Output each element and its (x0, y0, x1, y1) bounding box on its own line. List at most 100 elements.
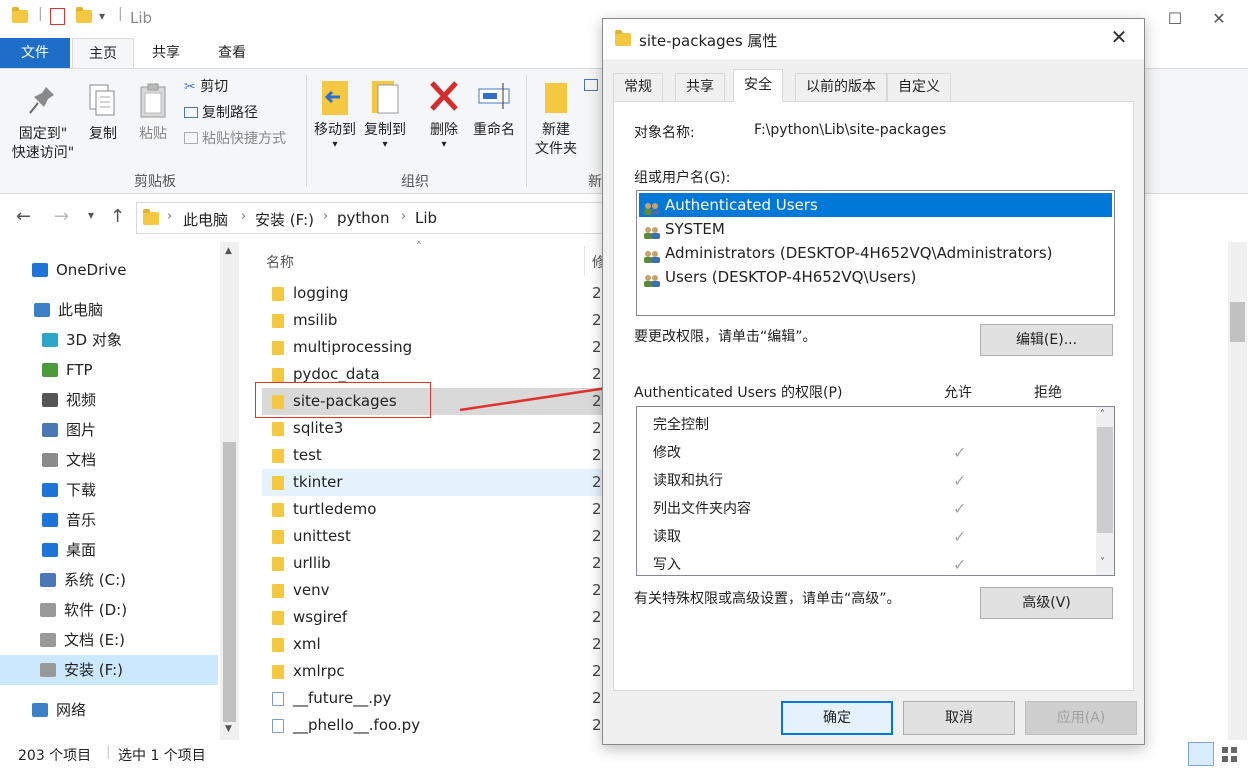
tab-sharing[interactable]: 共享 (675, 73, 725, 101)
breadcrumb-separator-icon[interactable]: › (241, 209, 246, 224)
close-window-button[interactable]: ✕ (1196, 0, 1242, 38)
user-list-item[interactable]: Users (DESKTOP-4H652VQ\Users) (639, 265, 1112, 289)
apply-button[interactable]: 应用(A) (1025, 701, 1137, 735)
sidebar-item[interactable]: 桌面 (0, 535, 218, 565)
sidebar-item-label: FTP (66, 361, 93, 379)
file-row[interactable]: xml 2 (262, 631, 602, 658)
user-list-item[interactable]: SYSTEM (639, 217, 1112, 241)
tab-security[interactable]: 安全 (733, 69, 783, 102)
scroll-down-icon[interactable]: ▼ (225, 724, 232, 734)
file-row[interactable]: multiprocessing 2 (262, 334, 602, 361)
file-list-scrollbar[interactable] (1228, 242, 1247, 740)
sidebar-item[interactable]: 软件 (D:) (0, 595, 218, 625)
file-row[interactable]: logging 2 (262, 280, 602, 307)
permissions-scrollbar[interactable]: ˄ ˅ (1096, 407, 1114, 575)
tab-file[interactable]: 文件 (0, 38, 70, 68)
pin-quick-access-button[interactable]: 固定到" 快速访问" (6, 81, 80, 163)
new-item-icon[interactable] (584, 77, 598, 97)
paste-shortcut-button[interactable]: 粘贴快捷方式 (184, 129, 286, 149)
tab-general[interactable]: 常规 (613, 73, 663, 101)
edit-button[interactable]: 编辑(E)... (980, 324, 1113, 356)
user-list-item[interactable]: Administrators (DESKTOP-4H652VQ\Administ… (639, 241, 1112, 265)
sidebar-item[interactable]: 文档 (0, 445, 218, 475)
file-row[interactable]: unittest 2 (262, 523, 602, 550)
sidebar-item[interactable]: 音乐 (0, 505, 218, 535)
file-row[interactable]: urllib 2 (262, 550, 602, 577)
file-row[interactable]: __phello__.foo.py 2 (262, 712, 602, 739)
file-row[interactable]: tkinter 2 (262, 469, 602, 496)
up-arrow-icon[interactable]: ↑ (110, 206, 125, 227)
tab-share[interactable]: 共享 (136, 38, 196, 68)
forward-arrow-icon[interactable]: → (54, 206, 69, 227)
breadcrumb-lib[interactable]: Lib (415, 209, 437, 227)
breadcrumb-separator-icon[interactable]: › (167, 209, 172, 224)
file-row[interactable]: test 2 (262, 442, 602, 469)
delete-x-icon (427, 77, 461, 117)
tab-previous-versions[interactable]: 以前的版本 (795, 73, 887, 101)
file-row[interactable]: wsgiref 2 (262, 604, 602, 631)
sidebar-item[interactable]: 系统 (C:) (0, 565, 218, 595)
user-list[interactable]: Authenticated Users SYSTEM Administrators … (636, 190, 1115, 316)
new-folder-quick-icon[interactable] (76, 7, 92, 23)
cut-button[interactable]: ✂ 剪切 (184, 77, 228, 97)
delete-button[interactable]: 删除 ▾ (424, 77, 464, 150)
rename-button[interactable]: 重命名 (470, 77, 518, 140)
sidebar-item[interactable]: FTP (0, 355, 218, 385)
scroll-down-icon[interactable]: ˅ (1100, 557, 1105, 568)
details-view-icon[interactable] (1188, 742, 1214, 766)
copy-to-dropdown-icon: ▾ (382, 139, 388, 150)
allow-check-icon: ✓ (953, 555, 967, 574)
large-icons-view-icon[interactable] (1220, 744, 1240, 764)
navigation-pane-scrollbar[interactable]: ▲ ▼ (220, 242, 239, 740)
breadcrumb-separator-icon[interactable]: › (323, 209, 328, 224)
new-folder-label-line2: 文件夹 (535, 141, 577, 157)
breadcrumb-python[interactable]: python (337, 209, 389, 227)
advanced-button[interactable]: 高级(V) (980, 587, 1113, 619)
recent-locations-chevron-icon[interactable]: ▾ (88, 208, 94, 222)
scrollbar-thumb[interactable] (1230, 302, 1245, 342)
paste-button[interactable]: 粘贴 (132, 81, 174, 144)
breadcrumb-separator-icon[interactable]: › (401, 209, 406, 224)
breadcrumb-this-pc[interactable]: 此电脑 (183, 209, 228, 230)
sidebar-item[interactable]: 下载 (0, 475, 218, 505)
copy-path-button[interactable]: 复制路径 (184, 103, 258, 123)
sidebar-item[interactable]: 视频 (0, 385, 218, 415)
file-row[interactable]: msilib 2 (262, 307, 602, 334)
quick-access-dropdown-icon[interactable]: ▾ (99, 9, 105, 23)
sidebar-item[interactable]: 此电脑 (0, 295, 218, 325)
tab-customize[interactable]: 自定义 (887, 73, 951, 101)
permissions-list[interactable]: ˄ ˅ 完全控制 修改 ✓ 读取和执行 ✓ 列出文件夹内容 ✓ 读取 ✓ 写入 ✓ (636, 406, 1115, 576)
file-date-partial: 2 (592, 716, 602, 734)
maximize-button[interactable]: ☐ (1152, 0, 1198, 38)
sidebar-item[interactable]: OneDrive (0, 255, 218, 285)
scrollbar-thumb[interactable] (1097, 427, 1113, 533)
new-folder-button[interactable]: 新建 文件夹 (530, 77, 582, 159)
file-row[interactable]: venv 2 (262, 577, 602, 604)
sidebar-item[interactable]: 图片 (0, 415, 218, 445)
sidebar-item[interactable]: 文档 (E:) (0, 625, 218, 655)
user-list-item[interactable]: Authenticated Users (639, 193, 1112, 217)
sidebar-item[interactable]: 网络 (0, 695, 218, 725)
file-row[interactable]: xmlrpc 2 (262, 658, 602, 685)
scroll-up-icon[interactable]: ˄ (1100, 409, 1105, 420)
breadcrumb-drive-f[interactable]: 安装 (F:) (255, 209, 314, 230)
cancel-button[interactable]: 取消 (903, 701, 1015, 735)
back-arrow-icon[interactable]: ← (16, 206, 31, 227)
column-divider[interactable] (584, 246, 585, 276)
move-to-button[interactable]: 移动到 ▾ (312, 77, 358, 150)
sidebar-item[interactable]: 3D 对象 (0, 325, 218, 355)
scroll-up-icon[interactable]: ▲ (225, 246, 232, 256)
dialog-close-button[interactable]: ✕ (1104, 25, 1134, 49)
file-row[interactable]: __future__.py 2 (262, 685, 602, 712)
tab-home[interactable]: 主页 (72, 38, 134, 68)
copy-to-button[interactable]: 复制到 ▾ (362, 77, 408, 150)
tab-view[interactable]: 查看 (202, 38, 262, 68)
scrollbar-thumb[interactable] (223, 442, 236, 722)
properties-icon[interactable] (50, 8, 65, 25)
column-header-name[interactable]: 名称 (266, 252, 294, 272)
address-bar[interactable]: › 此电脑 › 安装 (F:) › python › Lib (136, 202, 616, 234)
copy-button[interactable]: 复制 (82, 81, 124, 144)
ok-button[interactable]: 确定 (781, 701, 893, 735)
file-row[interactable]: turtledemo 2 (262, 496, 602, 523)
sidebar-item[interactable]: 安装 (F:) (0, 655, 218, 685)
